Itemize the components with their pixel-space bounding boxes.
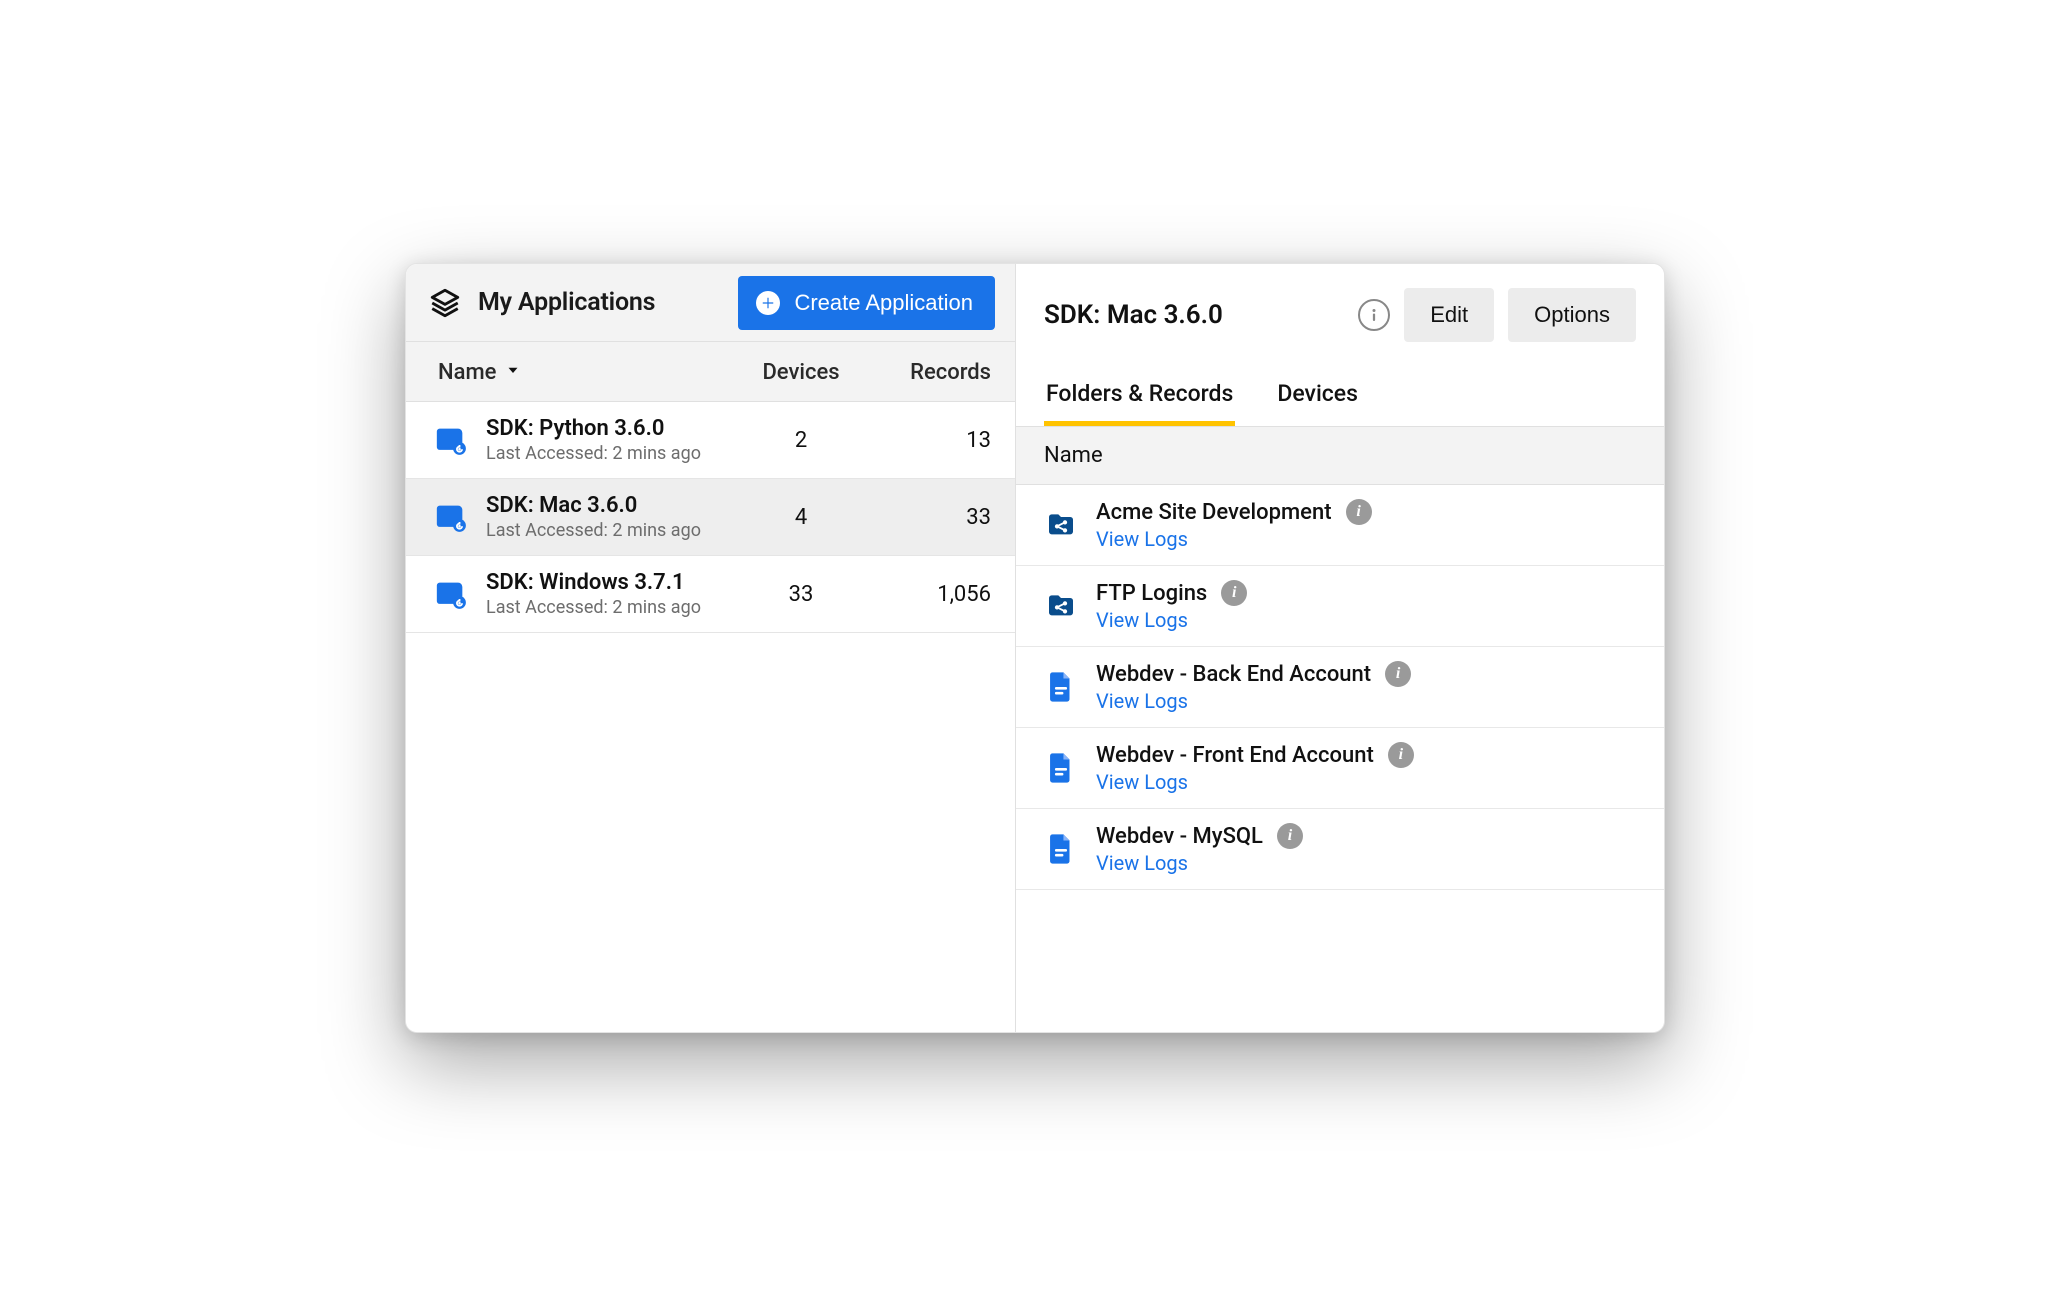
app-devices: 33 [741,582,861,607]
app-records: 33 [861,505,991,530]
app-devices: 2 [741,428,861,453]
item-title: Acme Site Development [1096,500,1332,525]
item-title: Webdev - Back End Account [1096,662,1371,687]
app-subtext: Last Accessed: 2 mins ago [486,443,741,464]
item-row[interactable]: Webdev - MySQL iView Logs [1016,809,1664,890]
applications-pane: My Applications Create Application Name … [406,264,1016,1032]
column-name[interactable]: Name [438,360,741,385]
view-logs-link[interactable]: View Logs [1096,851,1303,875]
tab[interactable]: Folders & Records [1044,364,1235,426]
detail-title: SDK: Mac 3.6.0 [1044,300,1344,330]
app-icon [430,500,472,534]
folder-share-icon [1044,590,1078,622]
info-icon[interactable]: i [1388,742,1414,768]
item-title: Webdev - MySQL [1096,824,1263,849]
app-list: SDK: Python 3.6.0Last Accessed: 2 mins a… [406,402,1015,633]
options-button[interactable]: Options [1508,288,1636,342]
app-meta: SDK: Mac 3.6.0Last Accessed: 2 mins ago [472,493,741,541]
edit-button[interactable]: Edit [1404,288,1494,342]
view-logs-link[interactable]: View Logs [1096,689,1411,713]
detail-pane: SDK: Mac 3.6.0 Edit Options Folders & Re… [1016,264,1664,1032]
item-list: Acme Site DevelopmentiView LogsFTP Login… [1016,485,1664,890]
item-body: Webdev - Front End Account iView Logs [1096,742,1414,794]
sort-caret-icon [504,360,522,385]
info-icon[interactable]: i [1346,499,1372,525]
column-records[interactable]: Records [861,360,991,385]
app-icon [430,577,472,611]
item-body: Acme Site Development iView Logs [1096,499,1372,551]
app-meta: SDK: Windows 3.7.1Last Accessed: 2 mins … [472,570,741,618]
detail-header: SDK: Mac 3.6.0 Edit Options [1016,264,1664,364]
tabs: Folders & Records Devices [1016,364,1664,427]
folder-share-icon [1044,509,1078,541]
item-title: FTP Logins [1096,581,1207,606]
tab[interactable]: Devices [1275,364,1360,426]
item-row[interactable]: Webdev - Back End Account iView Logs [1016,647,1664,728]
app-row[interactable]: SDK: Windows 3.7.1Last Accessed: 2 mins … [406,556,1015,633]
column-name-label: Name [438,360,496,385]
column-devices[interactable]: Devices [741,360,861,385]
app-name: SDK: Python 3.6.0 [486,416,741,441]
app-records: 1,056 [861,582,991,607]
file-icon [1044,832,1078,866]
app-records: 13 [861,428,991,453]
item-body: FTP Logins iView Logs [1096,580,1247,632]
plus-icon [756,291,780,315]
applications-header: My Applications Create Application [406,264,1015,342]
create-application-label: Create Application [794,290,973,316]
view-logs-link[interactable]: View Logs [1096,608,1247,632]
app-name: SDK: Mac 3.6.0 [486,493,741,518]
app-devices: 4 [741,505,861,530]
item-body: Webdev - MySQL iView Logs [1096,823,1303,875]
item-row[interactable]: Acme Site Development iView Logs [1016,485,1664,566]
brand-logo-icon [428,286,462,320]
app-window: My Applications Create Application Name … [405,263,1665,1033]
file-icon [1044,670,1078,704]
app-name: SDK: Windows 3.7.1 [486,570,741,595]
applications-title: My Applications [478,288,722,317]
info-icon[interactable]: i [1385,661,1411,687]
item-list-header: Name [1016,427,1664,485]
info-icon[interactable]: i [1221,580,1247,606]
file-icon [1044,751,1078,785]
item-row[interactable]: FTP Logins iView Logs [1016,566,1664,647]
item-row[interactable]: Webdev - Front End Account iView Logs [1016,728,1664,809]
info-icon[interactable] [1358,299,1390,331]
info-icon[interactable]: i [1277,823,1303,849]
view-logs-link[interactable]: View Logs [1096,527,1372,551]
view-logs-link[interactable]: View Logs [1096,770,1414,794]
item-body: Webdev - Back End Account iView Logs [1096,661,1411,713]
app-row[interactable]: SDK: Python 3.6.0Last Accessed: 2 mins a… [406,402,1015,479]
app-subtext: Last Accessed: 2 mins ago [486,520,741,541]
app-icon [430,423,472,457]
app-row[interactable]: SDK: Mac 3.6.0Last Accessed: 2 mins ago4… [406,479,1015,556]
app-meta: SDK: Python 3.6.0Last Accessed: 2 mins a… [472,416,741,464]
create-application-button[interactable]: Create Application [738,276,995,330]
item-title: Webdev - Front End Account [1096,743,1374,768]
app-subtext: Last Accessed: 2 mins ago [486,597,741,618]
app-list-header: Name Devices Records [406,342,1015,402]
